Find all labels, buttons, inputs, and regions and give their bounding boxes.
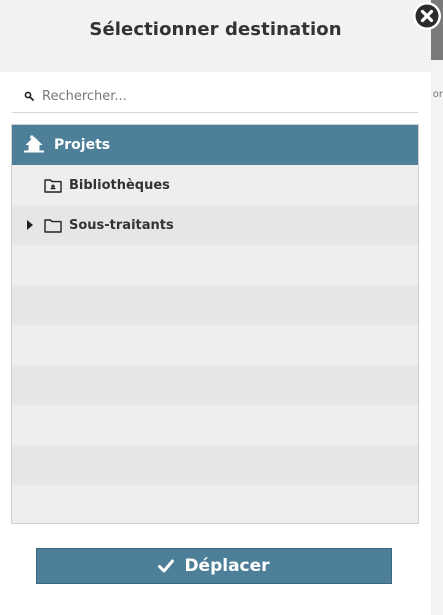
close-icon[interactable] [412, 1, 442, 31]
tree-empty-row [12, 325, 418, 365]
tree-item-bibliotheques[interactable]: Bibliothèques [12, 165, 418, 205]
folder-icon [44, 218, 62, 233]
background-panel [431, 60, 443, 615]
background-clipped-text: or [432, 89, 443, 100]
tree-empty-row [12, 405, 418, 445]
search-input[interactable] [42, 88, 402, 104]
search-bar [12, 80, 418, 113]
dialog-header: Sélectionner destination [0, 0, 431, 72]
tree-empty-row [12, 285, 418, 325]
tree-empty-row [12, 445, 418, 485]
library-folder-icon [44, 178, 62, 193]
home-icon [24, 135, 44, 153]
check-icon [158, 559, 175, 573]
folder-tree: Projets Bibliothèques Sous-traitants [11, 124, 419, 524]
tree-root-projets[interactable]: Projets [12, 125, 418, 165]
tree-item-sous-traitants[interactable]: Sous-traitants [12, 205, 418, 245]
tree-item-label: Bibliothèques [69, 177, 170, 193]
search-icon [24, 91, 34, 101]
tree-root-label: Projets [54, 137, 111, 153]
move-destination-dialog: Sélectionner destination Projets [0, 0, 431, 615]
move-button[interactable]: Déplacer [36, 548, 392, 584]
tree-empty-row [12, 245, 418, 285]
dialog-title: Sélectionner destination [89, 18, 342, 40]
expand-caret-icon[interactable] [26, 220, 34, 230]
tree-empty-row [12, 485, 418, 523]
move-button-label: Déplacer [184, 556, 270, 576]
tree-item-label: Sous-traitants [69, 217, 174, 233]
tree-empty-row [12, 365, 418, 405]
